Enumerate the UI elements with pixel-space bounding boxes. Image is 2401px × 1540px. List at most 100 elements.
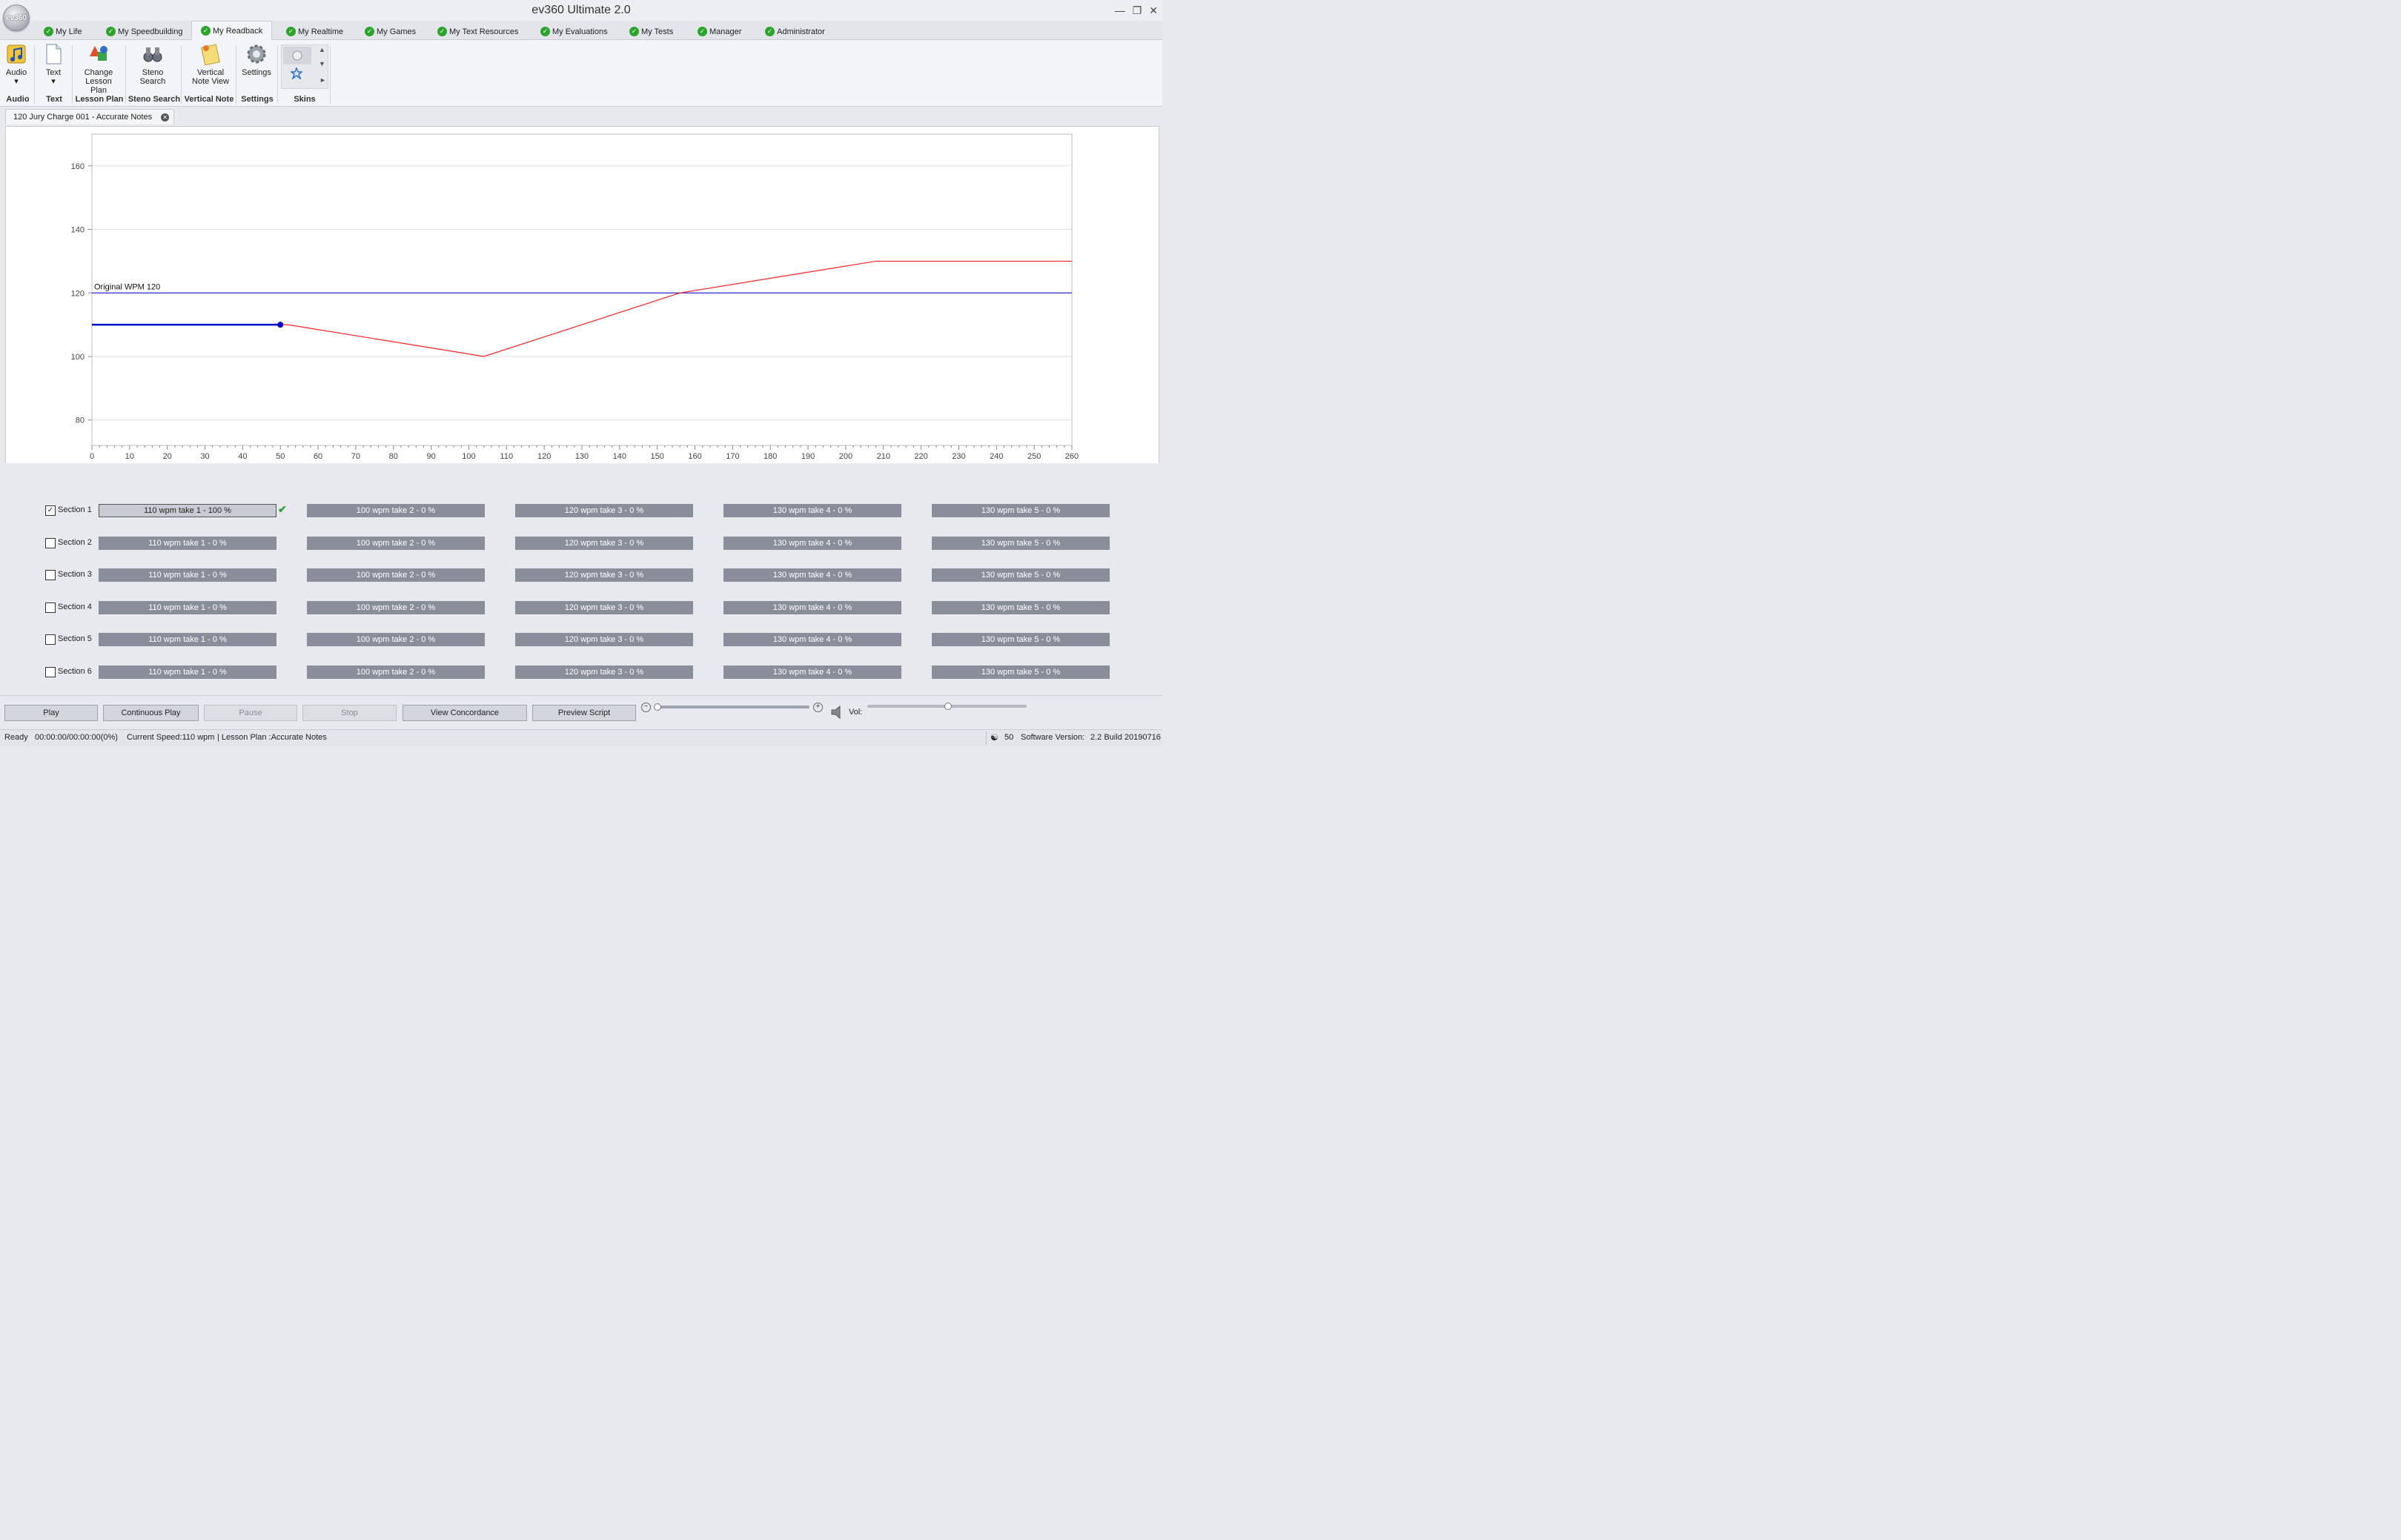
- y-tick-label: 160: [71, 162, 85, 171]
- change-lesson-plan-button[interactable]: Change Lesson Plan: [76, 43, 121, 95]
- star-icon[interactable]: [291, 67, 302, 79]
- take-button[interactable]: 110 wpm take 1 - 100 %: [99, 504, 276, 517]
- expand-icon[interactable]: ►: [319, 76, 326, 84]
- take-button[interactable]: 110 wpm take 1 - 0 %: [99, 568, 276, 583]
- take-button[interactable]: 130 wpm take 5 - 0 %: [932, 568, 1110, 583]
- take-button[interactable]: 100 wpm take 2 - 0 %: [307, 600, 485, 614]
- take-button[interactable]: 130 wpm take 4 - 0 %: [723, 633, 901, 647]
- check-icon: ✓: [437, 27, 447, 36]
- take-button[interactable]: 100 wpm take 2 - 0 %: [307, 504, 485, 517]
- stop-button[interactable]: Stop: [302, 705, 397, 721]
- binoculars-icon: [143, 47, 162, 62]
- take-button[interactable]: 120 wpm take 3 - 0 %: [515, 666, 693, 679]
- take-button[interactable]: 130 wpm take 4 - 0 %: [723, 568, 901, 583]
- pause-button[interactable]: Pause: [204, 705, 297, 721]
- dropdown-arrow-icon: ▾: [51, 77, 56, 86]
- connection-icon: ☯: [990, 732, 999, 743]
- take-button[interactable]: 130 wpm take 5 - 0 %: [932, 633, 1110, 647]
- tab-administrator[interactable]: ✓ Administrator: [765, 24, 825, 39]
- take-button[interactable]: 120 wpm take 3 - 0 %: [515, 536, 693, 550]
- take-button[interactable]: 130 wpm take 4 - 0 %: [723, 504, 901, 517]
- search-label: Search: [139, 77, 166, 86]
- play-button[interactable]: Play: [4, 705, 98, 721]
- scroll-up-icon[interactable]: ▲: [319, 46, 325, 53]
- take-button[interactable]: 120 wpm take 3 - 0 %: [515, 600, 693, 614]
- take-button[interactable]: 100 wpm take 2 - 0 %: [307, 666, 485, 679]
- take-button[interactable]: 130 wpm take 4 - 0 %: [723, 666, 901, 679]
- slider-handle[interactable]: [654, 703, 661, 711]
- close-icon[interactable]: ✕: [1149, 4, 1158, 17]
- music-note-icon: [7, 44, 26, 64]
- scroll-down-icon[interactable]: ▼: [319, 60, 325, 67]
- tab-label: My Speedbuilding: [118, 27, 183, 36]
- take-button[interactable]: 130 wpm take 4 - 0 %: [723, 600, 901, 614]
- x-tick-label: 90: [426, 452, 435, 461]
- take-button[interactable]: 130 wpm take 5 - 0 %: [932, 666, 1110, 679]
- audio-button[interactable]: Audio ▾: [4, 43, 28, 86]
- tab-my-life[interactable]: ✓ My Life: [44, 24, 82, 39]
- restore-icon[interactable]: ❐: [1133, 4, 1142, 17]
- section-checkbox[interactable]: [45, 570, 56, 581]
- x-tick-label: 0: [90, 452, 94, 461]
- close-tab-icon[interactable]: ✕: [161, 113, 170, 122]
- section-checkbox[interactable]: [45, 602, 56, 613]
- take-button[interactable]: 120 wpm take 3 - 0 %: [515, 568, 693, 583]
- section-checkbox[interactable]: [45, 667, 56, 677]
- check-icon: ✓: [698, 27, 707, 36]
- take-button[interactable]: 130 wpm take 5 - 0 %: [932, 536, 1110, 550]
- skin-option-selected[interactable]: [283, 47, 311, 64]
- volume-handle[interactable]: [944, 703, 952, 710]
- section-label: Section 1: [58, 505, 92, 514]
- y-tick-label: 140: [71, 226, 85, 235]
- zoom-in-icon[interactable]: +: [813, 703, 823, 712]
- x-tick-label: 180: [764, 452, 777, 461]
- tab-label: My Games: [377, 27, 417, 36]
- vertical-note-view-button[interactable]: Vertical Note View: [188, 43, 233, 86]
- section-checkbox[interactable]: [45, 634, 56, 645]
- take-button[interactable]: 100 wpm take 2 - 0 %: [307, 633, 485, 647]
- take-button[interactable]: 110 wpm take 1 - 0 %: [99, 600, 276, 614]
- tab-my-text-resources[interactable]: ✓ My Text Resources: [437, 24, 518, 39]
- take-button[interactable]: 100 wpm take 2 - 0 %: [307, 568, 485, 583]
- tab-my-games[interactable]: ✓ My Games: [365, 24, 416, 39]
- tab-my-speedbuilding[interactable]: ✓ My Speedbuilding: [106, 24, 182, 39]
- section-checkbox[interactable]: [45, 537, 56, 548]
- text-button[interactable]: Text ▾: [42, 43, 65, 86]
- steno-search-button[interactable]: Steno Search: [133, 43, 172, 86]
- speed-slider[interactable]: [654, 703, 809, 711]
- settings-button[interactable]: Settings: [241, 43, 272, 77]
- minimize-icon[interactable]: —: [1115, 4, 1125, 17]
- tab-my-realtime[interactable]: ✓ My Realtime: [286, 24, 343, 39]
- plot-area: [91, 133, 1073, 446]
- skins-gallery[interactable]: ▲ ▼ ►: [281, 44, 328, 89]
- take-button[interactable]: 120 wpm take 3 - 0 %: [515, 633, 693, 647]
- volume-slider[interactable]: [867, 703, 1027, 710]
- speaker-icon[interactable]: [830, 705, 845, 720]
- tab-manager[interactable]: ✓ Manager: [698, 24, 741, 39]
- document-tab[interactable]: 120 Jury Charge 001 - Accurate Notes ✕: [5, 109, 175, 125]
- tab-my-tests[interactable]: ✓ My Tests: [629, 24, 673, 39]
- app-logo[interactable]: ev360: [3, 4, 30, 31]
- tab-my-readback[interactable]: ✓ My Readback: [191, 21, 273, 40]
- continuous-play-button[interactable]: Continuous Play: [103, 705, 199, 721]
- tab-my-evaluations[interactable]: ✓ My Evaluations: [540, 24, 608, 39]
- y-tick-label: 100: [71, 353, 85, 362]
- take-button[interactable]: 110 wpm take 1 - 0 %: [99, 633, 276, 647]
- tab-label: Manager: [709, 27, 742, 36]
- take-button[interactable]: 110 wpm take 1 - 0 %: [99, 536, 276, 550]
- original-wpm-label: Original WPM 120: [94, 282, 160, 291]
- zoom-out-icon[interactable]: −: [641, 703, 651, 712]
- tab-label: My Text Resources: [449, 27, 519, 36]
- preview-script-button[interactable]: Preview Script: [532, 705, 636, 721]
- take-button[interactable]: 130 wpm take 4 - 0 %: [723, 536, 901, 550]
- take-button[interactable]: 120 wpm take 3 - 0 %: [515, 504, 693, 517]
- x-tick-label: 110: [500, 452, 514, 461]
- take-button[interactable]: 100 wpm take 2 - 0 %: [307, 536, 485, 550]
- tab-label: My Realtime: [298, 27, 344, 36]
- group-label-steno-search: Steno Search: [127, 95, 181, 104]
- take-button[interactable]: 110 wpm take 1 - 0 %: [99, 666, 276, 679]
- view-concordance-button[interactable]: View Concordance: [403, 705, 527, 721]
- section-checkbox[interactable]: ✓: [45, 505, 56, 516]
- take-button[interactable]: 130 wpm take 5 - 0 %: [932, 504, 1110, 517]
- take-button[interactable]: 130 wpm take 5 - 0 %: [932, 600, 1110, 614]
